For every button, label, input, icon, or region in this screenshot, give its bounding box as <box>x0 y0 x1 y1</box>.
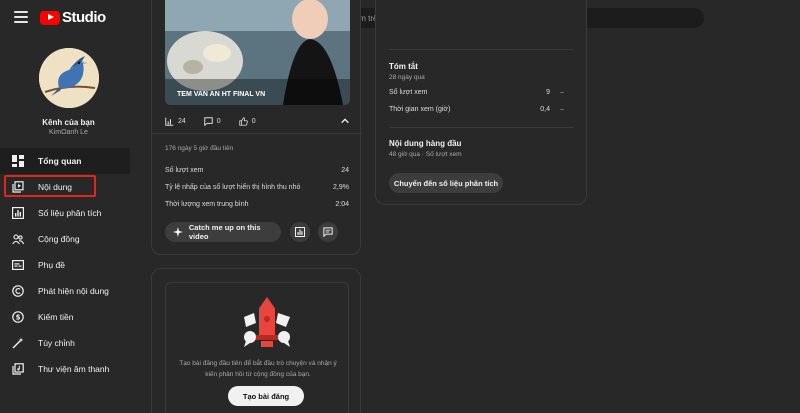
audio-library-icon <box>12 363 24 375</box>
top-content-title: Nội dung hàng đầu <box>389 139 462 148</box>
divider <box>152 133 362 134</box>
magic-wand-icon <box>12 337 24 349</box>
comment-icon <box>323 227 333 237</box>
sidebar-item-label: Kiếm tiền <box>38 312 74 322</box>
dashboard-icon <box>12 155 24 167</box>
sidebar-item-label: Cộng đồng <box>38 234 80 244</box>
logo-text: Studio <box>62 9 106 26</box>
likes-count: 0 <box>251 117 256 125</box>
summary-row-label: Số lượt xem <box>389 89 428 96</box>
create-post-button[interactable]: Tạo bài đăng <box>228 386 304 406</box>
studio-logo[interactable]: Studio <box>40 9 106 26</box>
sidebar-item-label: Tùy chỉnh <box>38 338 75 348</box>
sparkle-icon <box>173 227 183 237</box>
metric-value: 2:04 <box>335 201 349 208</box>
catch-me-up-button[interactable]: Catch me up on this video <box>165 222 281 242</box>
channel-avatar[interactable] <box>39 48 99 108</box>
metric-row: Tỷ lệ nhấp của số lượt hiển thị hình thu… <box>165 184 349 191</box>
channel-name: Kênh của bạn <box>42 118 95 127</box>
summary-row: Số lượt xem 9 – <box>389 89 574 96</box>
sidebar-item-analytics[interactable]: Số liệu phân tích <box>0 200 137 226</box>
content-highlight-box <box>4 175 96 197</box>
sidebar-item-subtitles[interactable]: Phụ đề <box>0 252 137 278</box>
sidebar-item-label: Số liệu phân tích <box>38 208 102 218</box>
sidebar-item-customization[interactable]: Tùy chỉnh <box>0 330 137 356</box>
divider <box>389 49 574 50</box>
views-stat: 24 <box>165 117 186 126</box>
summary-row-value: 9 <box>546 89 550 96</box>
top-content-subtitle: 48 giờ qua · Số lượt xem <box>389 151 462 158</box>
comments-stat: 0 <box>204 116 221 126</box>
latest-video-card: TEM VAN AN HT FINAL VN 24 0 0 176 ngày 5… <box>151 0 362 255</box>
summary-title: Tóm tắt <box>389 62 418 71</box>
divider <box>389 127 574 128</box>
thumbs-up-icon <box>239 116 248 126</box>
hamburger-menu-icon[interactable] <box>14 11 28 23</box>
community-post-card: Tạo bài đăng đầu tiên để bắt đầu trò chu… <box>151 268 361 413</box>
megaphone-illustration-icon <box>244 297 290 347</box>
channel-handle: KimOanh Le <box>49 129 88 136</box>
sidebar: Kênh của bạn KimOanh Le Tổng quan Nội du… <box>0 36 137 413</box>
video-thumbnail[interactable]: TEM VAN AN HT FINAL VN <box>165 0 350 105</box>
bar-chart-icon <box>165 117 174 126</box>
thumbnail-image <box>165 0 350 105</box>
video-stats-row: 24 0 0 <box>165 114 350 128</box>
sidebar-item-label: Phát hiện nội dung <box>38 286 109 296</box>
bird-icon <box>39 48 99 108</box>
analytics-icon <box>295 227 305 237</box>
metric-row: Số lượt xem 24 <box>165 167 349 174</box>
monetization-icon: $ <box>12 311 24 323</box>
sidebar-item-monetization[interactable]: $ Kiếm tiền <box>0 304 137 330</box>
likes-stat: 0 <box>239 116 256 126</box>
summary-row-delta: – <box>560 106 564 113</box>
metric-row: Thời lượng xem trung bình 2:04 <box>165 201 349 208</box>
copyright-icon <box>12 285 24 297</box>
summary-row: Thời gian xem (giờ) 0,4 – <box>389 106 574 113</box>
community-icon <box>12 233 24 245</box>
sidebar-item-dashboard[interactable]: Tổng quan <box>0 148 130 174</box>
video-analytics-button[interactable] <box>290 222 310 242</box>
sidebar-item-label: Thư viện âm thanh <box>38 364 110 374</box>
video-comments-button[interactable] <box>318 222 338 242</box>
comment-icon <box>204 116 213 126</box>
community-post-panel: Tạo bài đăng đầu tiên để bắt đầu trò chu… <box>165 282 349 413</box>
summary-period: 28 ngày qua <box>389 74 425 81</box>
summary-row-delta: – <box>560 89 564 96</box>
thumbnail-title: TEM VAN AN HT FINAL VN <box>177 91 266 98</box>
sidebar-item-label: Tổng quan <box>38 156 82 166</box>
first-hours-label: 176 ngày 5 giờ đầu tiên <box>165 145 234 152</box>
summary-row-value: 0,4 <box>540 106 550 113</box>
summary-row-label: Thời gian xem (giờ) <box>389 106 451 113</box>
metric-value: 2,9% <box>333 184 349 191</box>
channel-analytics-card: Tóm tắt 28 ngày qua Số lượt xem 9 – Thời… <box>375 0 587 205</box>
community-post-description: Tạo bài đăng đầu tiên để bắt đầu trò chu… <box>179 360 337 378</box>
sidebar-item-content-detection[interactable]: Phát hiện nội dung <box>0 278 137 304</box>
views-count: 24 <box>178 117 186 125</box>
svg-text:$: $ <box>16 314 21 322</box>
sidebar-item-audio-library[interactable]: Thư viện âm thanh <box>0 356 137 382</box>
analytics-icon <box>12 207 24 219</box>
youtube-logo-icon <box>40 10 60 25</box>
go-to-analytics-button[interactable]: Chuyển đến số liệu phân tích <box>389 173 503 193</box>
comments-count: 0 <box>216 117 221 125</box>
metric-label: Tỷ lệ nhấp của số lượt hiển thị hình thu… <box>165 184 301 191</box>
subtitles-icon <box>12 259 24 271</box>
catch-me-up-label: Catch me up on this video <box>188 223 261 241</box>
metric-label: Thời lượng xem trung bình <box>165 201 249 208</box>
sidebar-item-community[interactable]: Cộng đồng <box>0 226 137 252</box>
metric-label: Số lượt xem <box>165 167 204 174</box>
metric-value: 24 <box>341 167 349 174</box>
sidebar-item-label: Phụ đề <box>38 260 65 270</box>
chevron-up-icon[interactable] <box>340 116 350 126</box>
